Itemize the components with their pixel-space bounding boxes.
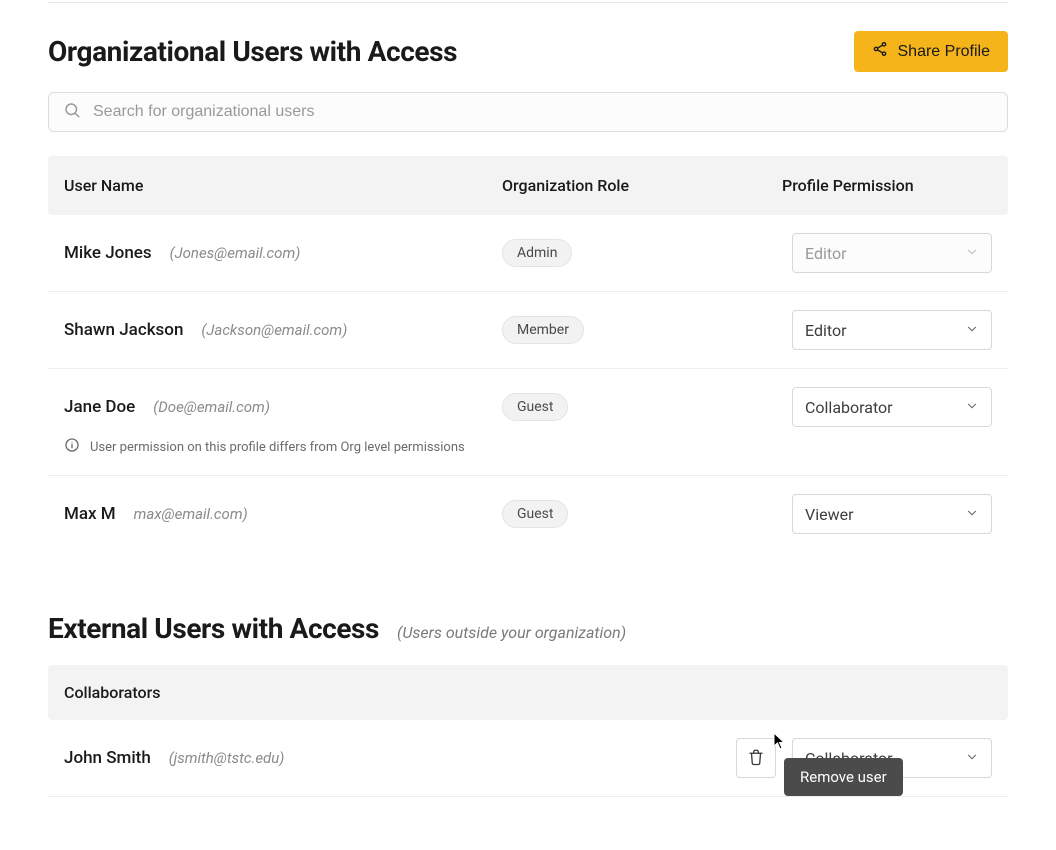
permission-label: Editor bbox=[805, 244, 846, 263]
user-email: (jsmith@tstc.edu) bbox=[169, 749, 285, 767]
user-name: Shawn Jackson bbox=[64, 320, 183, 340]
permission-select[interactable]: Editor bbox=[792, 233, 992, 273]
external-group-header: Collaborators bbox=[48, 665, 1008, 720]
col-role: Organization Role bbox=[502, 176, 782, 195]
role-badge: Admin bbox=[502, 239, 572, 267]
permission-select[interactable]: Editor bbox=[792, 310, 992, 350]
permission-select[interactable]: Viewer bbox=[792, 494, 992, 534]
user-email: (Jones@email.com) bbox=[170, 244, 301, 262]
permission-label: Collaborator bbox=[805, 398, 893, 417]
trash-icon bbox=[747, 748, 765, 769]
info-icon bbox=[64, 437, 80, 457]
permission-label: Viewer bbox=[805, 505, 854, 524]
chevron-down-icon bbox=[965, 244, 979, 263]
user-name: Jane Doe bbox=[64, 397, 135, 417]
search-icon bbox=[63, 101, 81, 123]
user-email: (Doe@email.com) bbox=[153, 398, 270, 416]
role-badge: Guest bbox=[502, 393, 568, 421]
user-name: John Smith bbox=[64, 748, 151, 768]
permission-label: Editor bbox=[805, 321, 846, 340]
external-users-subtitle: (Users outside your organization) bbox=[397, 623, 626, 642]
user-email: (Jackson@email.com) bbox=[201, 321, 347, 339]
share-profile-button[interactable]: Share Profile bbox=[854, 31, 1009, 72]
user-email: max@email.com) bbox=[134, 505, 248, 523]
collaborators-label: Collaborators bbox=[64, 683, 160, 702]
role-badge: Guest bbox=[502, 500, 568, 528]
org-users-heading: Organizational Users with Access bbox=[48, 35, 457, 68]
remove-user-button[interactable] bbox=[736, 738, 776, 778]
permission-select[interactable]: Collaborator bbox=[792, 387, 992, 427]
user-row: Jane Doe (Doe@email.com) Guest Collabora… bbox=[48, 369, 1008, 476]
external-users-heading: External Users with Access bbox=[48, 612, 379, 645]
chevron-down-icon bbox=[965, 398, 979, 417]
share-profile-label: Share Profile bbox=[898, 43, 991, 61]
org-table-header: User Name Organization Role Profile Perm… bbox=[48, 156, 1008, 215]
user-name: Mike Jones bbox=[64, 243, 152, 263]
remove-user-tooltip: Remove user bbox=[784, 758, 903, 796]
search-input[interactable] bbox=[93, 103, 993, 121]
user-row: Shawn Jackson (Jackson@email.com) Member… bbox=[48, 292, 1008, 369]
search-container[interactable] bbox=[48, 92, 1008, 132]
col-permission: Profile Permission bbox=[782, 176, 992, 195]
role-badge: Member bbox=[502, 316, 584, 344]
permission-warning: User permission on this profile differs … bbox=[90, 440, 465, 455]
col-username: User Name bbox=[64, 176, 502, 195]
divider bbox=[48, 2, 1008, 3]
user-row: Mike Jones (Jones@email.com) Admin Edito… bbox=[48, 215, 1008, 292]
share-icon bbox=[872, 41, 888, 62]
user-name: Max M bbox=[64, 504, 116, 524]
chevron-down-icon bbox=[965, 321, 979, 340]
chevron-down-icon bbox=[965, 749, 979, 768]
chevron-down-icon bbox=[965, 505, 979, 524]
user-row: Max M max@email.com) Guest Viewer bbox=[48, 476, 1008, 552]
